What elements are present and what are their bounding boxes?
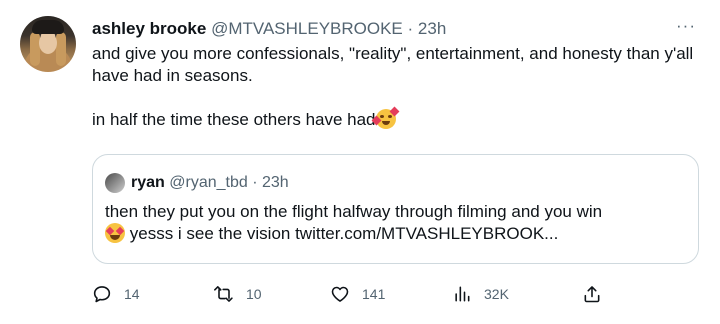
retweet-button[interactable]: 10 — [214, 282, 262, 306]
like-count: 141 — [362, 286, 386, 302]
share-button[interactable] — [582, 282, 602, 306]
heart-icon — [331, 286, 349, 302]
retweet-count: 10 — [246, 286, 262, 302]
author-handle[interactable]: @MTVASHLEYBROOKE — [211, 19, 403, 38]
quoted-author-avatar[interactable] — [105, 173, 125, 193]
quoted-body-line-2: yesss i see the vision twitter.com/MTVAS… — [105, 223, 690, 245]
quoted-tweet-header: ryan @ryan_tbd · 23h — [131, 173, 289, 193]
heart-eyes-emoji-icon — [105, 223, 125, 243]
quoted-author-name[interactable]: ryan — [131, 174, 165, 191]
tweet-header: ashley brooke @MTVASHLEYBROOKE · 23h — [92, 18, 446, 40]
avatar-hair-left — [30, 32, 40, 66]
quoted-header-separator: · — [252, 174, 258, 191]
views-button[interactable]: 32K — [452, 282, 509, 306]
avatar-hair-right — [56, 32, 66, 66]
tweet-timestamp[interactable]: 23h — [418, 19, 446, 38]
tweet-body: and give you more confessionals, "realit… — [92, 43, 702, 131]
avatar-hat — [32, 20, 64, 34]
reply-icon — [93, 286, 111, 303]
share-icon — [584, 286, 600, 303]
author-name[interactable]: ashley brooke — [92, 19, 206, 38]
header-separator: · — [407, 19, 414, 38]
quoted-tweet[interactable]: ryan @ryan_tbd · 23h then they put you o… — [92, 154, 699, 264]
quoted-body-line-1: then they put you on the flight halfway … — [105, 202, 603, 221]
retweet-icon — [214, 286, 233, 302]
tweet-body-line-2-text: in half the time these others have had — [92, 110, 376, 129]
reply-button[interactable]: 14 — [92, 282, 140, 306]
tweet-body-line-1: and give you more confessionals, "realit… — [92, 44, 694, 85]
smiling-face-with-hearts-emoji-icon — [371, 106, 399, 129]
like-button[interactable]: 141 — [330, 282, 385, 306]
views-count: 32K — [484, 286, 509, 302]
quoted-tweet-body: then they put you on the flight halfway … — [105, 201, 690, 245]
views-chart-icon — [455, 286, 470, 302]
author-avatar[interactable] — [20, 16, 76, 72]
more-options-button[interactable]: ··· — [676, 16, 696, 36]
tweet-body-line-2: in half the time these others have had — [92, 106, 702, 131]
avatar-face — [39, 32, 57, 54]
quoted-body-line-2-text: yesss i see the vision twitter.com/MTVAS… — [129, 224, 559, 243]
tweet: ashley brooke @MTVASHLEYBROOKE · 23h ···… — [0, 0, 720, 324]
quoted-tweet-timestamp[interactable]: 23h — [262, 174, 289, 191]
reply-count: 14 — [124, 286, 140, 302]
quoted-author-handle[interactable]: @ryan_tbd — [169, 174, 248, 191]
tweet-actions-bar: 14 10 141 32K — [92, 282, 612, 306]
